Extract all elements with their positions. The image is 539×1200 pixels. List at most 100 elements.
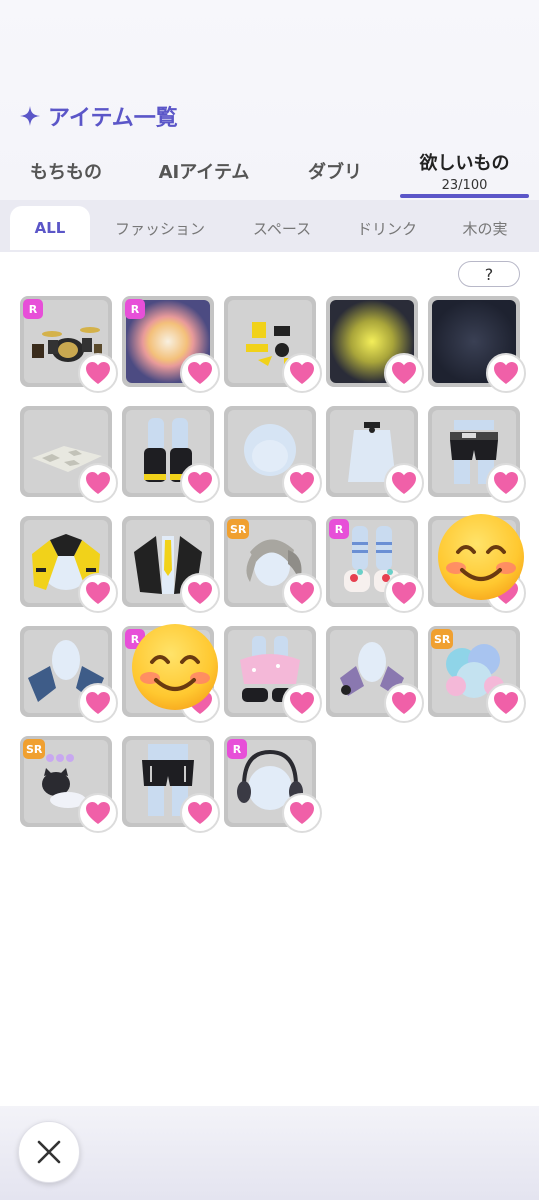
- smiling-face-emoji: [436, 512, 526, 602]
- rarity-badge: SR: [23, 739, 46, 759]
- item-tile-blue-denim-gloves[interactable]: [20, 626, 118, 723]
- category-tab-nuts[interactable]: 木の実: [442, 206, 528, 250]
- item-tile-yellow-glow-background[interactable]: [326, 296, 424, 393]
- rarity-badge: SR: [431, 629, 454, 649]
- category-label: ドリンク: [356, 219, 417, 238]
- heart-icon: [289, 801, 315, 825]
- main-tabs: もちもの AIアイテム ダブリ 欲しいもの 23/100: [0, 142, 539, 200]
- heart-icon: [493, 471, 519, 495]
- rarity-badge: R: [329, 519, 349, 539]
- heart-icon: [187, 361, 213, 385]
- tab-label: AIアイテム: [158, 162, 250, 183]
- item-tile-black-yellow-boots[interactable]: [122, 406, 220, 503]
- heart-icon: [391, 581, 417, 605]
- wishlist-heart-button[interactable]: [78, 793, 118, 833]
- bottom-bar: [0, 1106, 539, 1200]
- item-tile-pink-puffy-shorts[interactable]: [224, 626, 322, 723]
- wishlist-heart-button[interactable]: [486, 353, 526, 393]
- tab-duplicates[interactable]: ダブリ: [290, 142, 380, 200]
- item-tile-drum-set[interactable]: R: [20, 296, 118, 393]
- item-tile-black-jacket-yellow-tie[interactable]: [122, 516, 220, 613]
- category-tabs: ALL ファッション スペース ドリンク 木の実: [0, 200, 539, 252]
- heart-icon: [289, 471, 315, 495]
- heart-icon: [85, 691, 111, 715]
- item-tile-yellow-stickers[interactable]: [224, 296, 322, 393]
- rarity-badge: R: [23, 299, 43, 319]
- tab-ai-items[interactable]: AIアイテム: [142, 142, 266, 200]
- wishlist-heart-button[interactable]: [180, 463, 220, 503]
- heart-icon: [85, 471, 111, 495]
- close-button[interactable]: [18, 1121, 80, 1183]
- category-label: ファッション: [114, 219, 205, 238]
- heart-icon: [85, 801, 111, 825]
- page-title: アイテム一覧: [20, 98, 178, 134]
- item-tile-purple-striped-gloves[interactable]: [326, 626, 424, 723]
- heart-icon: [493, 361, 519, 385]
- wishlist-heart-button[interactable]: [384, 683, 424, 723]
- wishlist-heart-button[interactable]: [282, 573, 322, 613]
- heart-icon: [289, 361, 315, 385]
- heart-icon: [391, 471, 417, 495]
- tab-label: 欲しいもの: [419, 153, 510, 174]
- rarity-badge: R: [227, 739, 247, 759]
- tab-wishlist[interactable]: 欲しいもの 23/100: [400, 142, 529, 200]
- heart-icon: [289, 581, 315, 605]
- category-label: スペース: [252, 219, 312, 238]
- wishlist-count: 23/100: [441, 178, 488, 193]
- wishlist-heart-button[interactable]: [486, 463, 526, 503]
- heart-icon: [187, 581, 213, 605]
- item-tile-cloud-cat-with-hearts[interactable]: SR: [20, 736, 118, 833]
- wishlist-heart-button[interactable]: [78, 463, 118, 503]
- wishlist-heart-button[interactable]: [486, 683, 526, 723]
- item-tile-checkered-rug[interactable]: [20, 406, 118, 503]
- item-tile-bald-head-hair[interactable]: [224, 406, 322, 503]
- sparkle-icon: [20, 106, 40, 126]
- category-tab-drink[interactable]: ドリンク: [342, 206, 432, 250]
- heart-icon: [85, 361, 111, 385]
- heart-icon: [391, 691, 417, 715]
- tab-mochimono[interactable]: もちもの: [14, 142, 118, 200]
- category-tab-all[interactable]: ALL: [10, 206, 90, 250]
- wishlist-heart-button[interactable]: [282, 463, 322, 503]
- item-tile-black-shorts[interactable]: [122, 736, 220, 833]
- item-tile-dark-navy-background[interactable]: [428, 296, 526, 393]
- rarity-badge: SR: [227, 519, 250, 539]
- wishlist-heart-button[interactable]: [384, 573, 424, 613]
- wishlist-heart-button[interactable]: [78, 683, 118, 723]
- help-label: ?: [484, 264, 494, 284]
- item-tile-choker-necklace[interactable]: [326, 406, 424, 503]
- item-tile-silver-twin-tail-hair[interactable]: SR: [224, 516, 322, 613]
- tab-label: ダブリ: [308, 162, 362, 183]
- category-label: 木の実: [462, 219, 508, 238]
- tab-label: もちもの: [30, 162, 102, 183]
- page-title-text: アイテム一覧: [48, 106, 178, 131]
- category-tab-space[interactable]: スペース: [232, 206, 332, 250]
- wishlist-heart-button[interactable]: [180, 573, 220, 613]
- wishlist-heart-button[interactable]: [78, 353, 118, 393]
- category-label: ALL: [34, 219, 66, 237]
- heart-icon: [187, 801, 213, 825]
- item-tile-headphones[interactable]: R: [224, 736, 322, 833]
- heart-icon: [85, 581, 111, 605]
- smiling-face-emoji: [130, 622, 220, 712]
- wishlist-heart-button[interactable]: [180, 793, 220, 833]
- close-icon: [37, 1140, 61, 1164]
- wishlist-heart-button[interactable]: [180, 353, 220, 393]
- item-tile-black-shorts-with-belt[interactable]: [428, 406, 526, 503]
- item-tile-strawberry-socks-shoes[interactable]: R: [326, 516, 424, 613]
- help-button[interactable]: ?: [458, 261, 520, 287]
- wishlist-heart-button[interactable]: [282, 353, 322, 393]
- wishlist-heart-button[interactable]: [384, 353, 424, 393]
- wishlist-heart-button[interactable]: [282, 793, 322, 833]
- wishlist-heart-button[interactable]: [282, 683, 322, 723]
- heart-icon: [187, 471, 213, 495]
- item-tile-yellow-black-jacket[interactable]: [20, 516, 118, 613]
- heart-icon: [289, 691, 315, 715]
- rarity-badge: R: [125, 299, 145, 319]
- item-tile-pastel-fluffy-hair[interactable]: SR: [428, 626, 526, 723]
- heart-icon: [391, 361, 417, 385]
- wishlist-heart-button[interactable]: [78, 573, 118, 613]
- item-tile-glowing-ring-background[interactable]: R: [122, 296, 220, 393]
- category-tab-fashion[interactable]: ファッション: [100, 206, 220, 250]
- wishlist-heart-button[interactable]: [384, 463, 424, 503]
